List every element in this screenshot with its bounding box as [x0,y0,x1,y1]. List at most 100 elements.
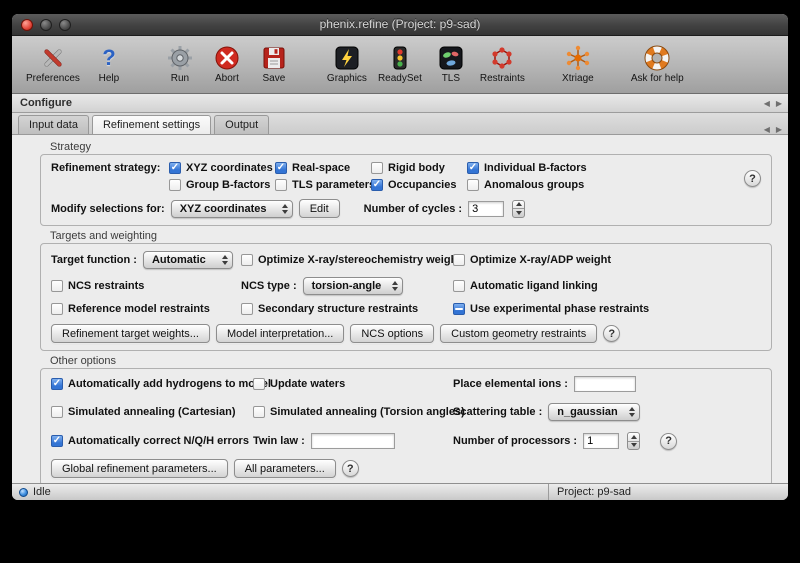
all-parameters-button[interactable]: All parameters... [234,459,336,478]
toolbar-readyset-button[interactable]: ReadySet [378,44,422,84]
global-refinement-parameters-button[interactable]: Global refinement parameters... [51,459,228,478]
scroll-right-icon[interactable]: ▶ [776,99,782,108]
stepper-up-icon[interactable] [628,433,639,442]
cycles-stepper[interactable] [512,200,525,218]
checkbox-automatic-ligand-linking[interactable]: Automatic ligand linking [453,280,598,292]
checkbox-box [371,179,383,191]
checkbox-box [453,303,465,315]
preferences-icon [40,44,66,72]
twin-law-input[interactable] [311,433,395,449]
toolbar-graphics-button[interactable]: Graphics [327,44,367,84]
checkbox-tls-parameters[interactable]: TLS parameters [275,179,371,191]
checkbox-box [169,179,181,191]
abort-icon [214,44,240,72]
toolbar-ask-for-help-button[interactable]: Ask for help [631,44,684,84]
number-of-processors-label: Number of processors : [453,435,577,447]
close-button[interactable] [21,19,33,31]
traffic-lights [21,19,71,31]
checkbox-optimize-xray-stereochemistry-weight[interactable]: Optimize X-ray/stereochemistry weight [241,254,461,266]
custom-geometry-restraints-button[interactable]: Custom geometry restraints [440,324,597,343]
tls-icon [438,44,464,72]
target-function-label: Target function : [51,254,137,266]
ncs-type-dropdown[interactable]: torsion-angle [303,277,403,295]
processors-help-button[interactable]: ? [660,433,677,450]
refinement-strategy-label: Refinement strategy: [51,162,169,174]
status-text: Idle [33,486,51,498]
checkbox-add-hydrogens[interactable]: Automatically add hydrogens to model [51,378,271,390]
checkbox-occupancies[interactable]: Occupancies [371,179,467,191]
checkbox-simulated-annealing-cartesian[interactable]: Simulated annealing (Cartesian) [51,406,235,418]
checkbox-correct-nqh[interactable]: Automatically correct N/Q/H errors [51,435,249,447]
checkbox-reference-model-restraints[interactable]: Reference model restraints [51,303,210,315]
edit-selection-button[interactable]: Edit [299,199,340,218]
zoom-button[interactable] [59,19,71,31]
tab-refinement-settings[interactable]: Refinement settings [92,115,211,134]
modify-selections-dropdown[interactable]: XYZ coordinates [171,200,293,218]
checkbox-rigid-body[interactable]: Rigid body [371,162,467,174]
strategy-help-button[interactable]: ? [744,170,761,187]
scattering-table-dropdown[interactable]: n_gaussian [548,403,640,421]
refinement-target-weights-button[interactable]: Refinement target weights... [51,324,210,343]
checkbox-secondary-structure-restraints[interactable]: Secondary structure restraints [241,303,418,315]
targets-group-title: Targets and weighting [50,230,788,242]
checkbox-use-experimental-phase-restraints[interactable]: Use experimental phase restraints [453,303,649,315]
status-bar: Idle Project: p9-sad [12,483,788,500]
tab-strip: Input data Refinement settings Output ◀ … [12,113,788,135]
popup-arrows-icon [222,255,228,265]
checkbox-real-space[interactable]: Real-space [275,162,371,174]
toolbar-preferences-button[interactable]: Preferences [26,44,80,84]
target-function-dropdown[interactable]: Automatic [143,251,233,269]
place-elemental-ions-input[interactable] [574,376,636,392]
toolbar-help-button[interactable]: ? Help [91,44,127,84]
scroll-left-icon[interactable]: ◀ [764,99,770,108]
checkbox-xyz-coordinates[interactable]: XYZ coordinates [169,162,275,174]
scattering-table-label: Scattering table : [453,406,542,418]
other-options-group-title: Other options [50,355,788,367]
checkbox-box [253,378,265,390]
configure-strip: Configure ◀ ▶ [12,94,788,113]
run-icon [167,44,193,72]
stepper-up-icon[interactable] [513,201,524,210]
configure-label: Configure [20,97,72,109]
checkbox-box [253,406,265,418]
checkbox-update-waters[interactable]: Update waters [253,378,345,390]
scroll-right-icon[interactable]: ▶ [776,125,782,134]
checkbox-optimize-xray-adp-weight[interactable]: Optimize X-ray/ADP weight [453,254,611,266]
tab-output[interactable]: Output [214,115,269,134]
toolbar-run-button[interactable]: Run [162,44,198,84]
toolbar-xtriage-button[interactable]: Xtriage [560,44,596,84]
other-options-group: Other options Automatically add hydrogen… [12,355,788,483]
checkbox-box [453,254,465,266]
popup-arrows-icon [629,407,635,417]
targets-group: Targets and weighting Target function : … [12,230,788,351]
scroll-left-icon[interactable]: ◀ [764,125,770,134]
cycles-input[interactable] [468,201,504,217]
checkbox-anomalous-groups[interactable]: Anomalous groups [467,179,761,191]
other-options-help-button[interactable]: ? [342,460,359,477]
strategy-group: Strategy ? Refinement strategy: XYZ coor… [12,141,788,226]
project-status-label: Project: p9-sad [557,486,631,498]
title-bar[interactable]: phenix.refine (Project: p9-sad) [12,14,788,36]
phenix-refine-window: phenix.refine (Project: p9-sad) Preferen… [12,14,788,500]
processors-input[interactable] [583,433,619,449]
tab-input-data[interactable]: Input data [18,115,89,134]
checkbox-simulated-annealing-torsion[interactable]: Simulated annealing (Torsion angles) [253,406,465,418]
model-interpretation-button[interactable]: Model interpretation... [216,324,344,343]
checkbox-box [241,303,253,315]
toolbar-abort-button[interactable]: Abort [209,44,245,84]
toolbar-tls-button[interactable]: TLS [433,44,469,84]
checkbox-ncs-restraints[interactable]: NCS restraints [51,280,144,292]
ncs-options-button[interactable]: NCS options [350,324,434,343]
checkbox-box [453,280,465,292]
minimize-button[interactable] [40,19,52,31]
checkbox-group-b-factors[interactable]: Group B-factors [169,179,275,191]
targets-help-button[interactable]: ? [603,325,620,342]
stepper-down-icon[interactable] [628,442,639,450]
checkbox-individual-b-factors[interactable]: Individual B-factors [467,162,761,174]
checkbox-box [51,435,63,447]
stepper-down-icon[interactable] [513,209,524,217]
toolbar-restraints-button[interactable]: Restraints [480,44,525,84]
processors-stepper[interactable] [627,432,640,450]
toolbar-save-button[interactable]: Save [256,44,292,84]
popup-arrows-icon [282,204,288,214]
